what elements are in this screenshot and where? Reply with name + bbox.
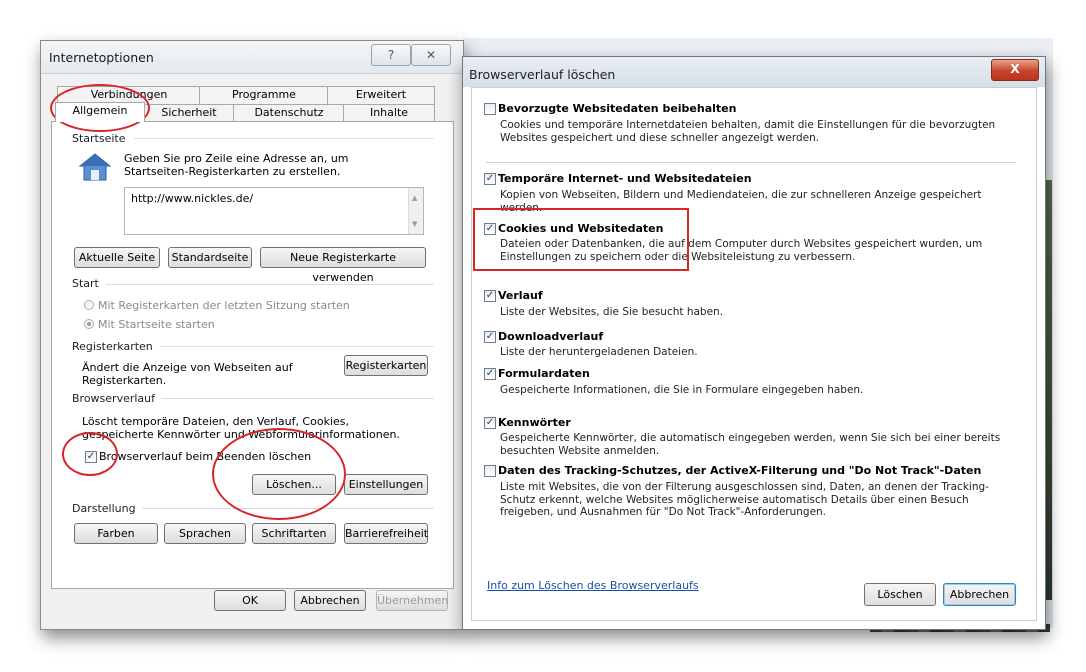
option-checkbox[interactable]: ✓ xyxy=(484,368,496,380)
tab-erweitert[interactable]: Erweitert xyxy=(327,86,435,104)
tab-sicherheit[interactable]: Sicherheit xyxy=(143,104,235,122)
option-title: Downloadverlauf xyxy=(498,330,604,343)
close-button[interactable]: ✕ xyxy=(411,44,451,66)
option-description: Gespeicherte Informationen, die Sie in F… xyxy=(500,384,864,396)
fonts-button[interactable]: Schriftarten xyxy=(252,523,336,544)
option-title: Verlauf xyxy=(498,289,543,302)
group-registerkarten: Registerkarten xyxy=(72,340,159,353)
tab-programme[interactable]: Programme xyxy=(199,86,329,104)
option-checkbox[interactable] xyxy=(484,465,496,477)
divider xyxy=(148,398,434,399)
tabs-settings-button[interactable]: Registerkarten xyxy=(344,355,428,376)
checkmark-icon: ✓ xyxy=(485,331,495,342)
option-description: Cookies und temporäre Internetdateien be… xyxy=(500,119,996,144)
colors-button[interactable]: Farben xyxy=(74,523,158,544)
annotation-circle-delete xyxy=(212,428,346,520)
option-checkbox[interactable]: ✓ xyxy=(484,417,496,429)
homepage-url-field[interactable]: http://www.nickles.de/ ▲ ▼ xyxy=(124,187,424,235)
checkmark-icon: ✓ xyxy=(485,368,495,379)
languages-button[interactable]: Sprachen xyxy=(164,523,246,544)
title-bar: Internetoptionen ? ✕ xyxy=(41,41,463,74)
tabs-description: Ändert die Anzeige von Webseiten auf Reg… xyxy=(82,361,293,387)
title-bar: Browserverlauf löschen X xyxy=(463,57,1045,87)
default-page-button[interactable]: Standardseite xyxy=(168,247,252,268)
option-checkbox[interactable]: ✓ xyxy=(484,290,496,302)
current-page-button[interactable]: Aktuelle Seite xyxy=(74,247,160,268)
home-icon xyxy=(78,153,112,181)
ok-button[interactable]: OK xyxy=(214,590,286,611)
tab-datenschutz[interactable]: Datenschutz xyxy=(233,104,345,122)
checkmark-icon: ✓ xyxy=(485,290,495,301)
group-start: Start xyxy=(72,277,105,290)
group-darstellung: Darstellung xyxy=(72,502,142,515)
scrollbar[interactable]: ▲ ▼ xyxy=(408,188,423,234)
scroll-up-icon: ▲ xyxy=(412,194,418,202)
option-title: Kennwörter xyxy=(498,416,571,429)
option-title: Bevorzugte Websitedaten beibehalten xyxy=(498,102,737,115)
radio-homepage-label: Mit Startseite starten xyxy=(98,318,215,331)
scroll-down-icon: ▼ xyxy=(412,220,418,228)
dialog-title: Browserverlauf löschen xyxy=(469,67,616,82)
checkmark-icon: ✓ xyxy=(485,173,495,184)
radio-homepage[interactable] xyxy=(84,319,94,329)
close-icon: ✕ xyxy=(425,48,437,62)
checkmark-icon: ✓ xyxy=(485,417,495,428)
group-startseite: Startseite xyxy=(72,132,132,145)
option-checkbox[interactable] xyxy=(484,103,496,115)
help-button[interactable]: ? xyxy=(371,44,411,66)
option-title: Daten des Tracking-Schutzes, der ActiveX… xyxy=(498,464,982,477)
close-button[interactable]: X xyxy=(991,59,1039,81)
option-description: Liste der heruntergeladenen Dateien. xyxy=(500,346,698,358)
delete-button[interactable]: Löschen xyxy=(864,583,936,606)
divider xyxy=(148,346,434,347)
divider xyxy=(486,162,1016,163)
annotation-circle-checkbox xyxy=(62,432,118,476)
option-title: Formulardaten xyxy=(498,367,590,380)
cancel-button[interactable]: Abbrechen xyxy=(294,590,366,611)
option-checkbox[interactable]: ✓ xyxy=(484,173,496,185)
apply-button[interactable]: Übernehmen xyxy=(376,590,448,611)
option-description: Liste mit Websites, die von der Filterun… xyxy=(500,481,989,518)
cancel-button[interactable]: Abbrechen xyxy=(943,583,1016,606)
startseite-hint: Geben Sie pro Zeile eine Adresse an, um … xyxy=(124,152,349,178)
group-browserverlauf: Browserverlauf xyxy=(72,392,162,405)
accessibility-button[interactable]: Barrierefreiheit xyxy=(344,523,428,544)
tab-allgemein[interactable]: Allgemein xyxy=(55,102,145,122)
divider xyxy=(106,284,434,285)
help-icon: ? xyxy=(387,48,395,62)
annotation-highlight-cookies xyxy=(473,208,689,271)
radio-last-session[interactable] xyxy=(84,300,94,310)
homepage-url-value: http://www.nickles.de/ xyxy=(131,192,254,205)
radio-last-session-label: Mit Registerkarten der letzten Sitzung s… xyxy=(98,299,350,312)
tab-inhalte[interactable]: Inhalte xyxy=(343,104,435,122)
option-title: Temporäre Internet- und Websitedateien xyxy=(498,172,752,185)
info-link[interactable]: Info zum Löschen des Browserverlaufs xyxy=(487,579,699,592)
close-icon: X xyxy=(1010,62,1020,76)
option-description: Gespeicherte Kennwörter, die automatisch… xyxy=(500,432,1001,457)
new-tab-button[interactable]: Neue Registerkarte verwenden xyxy=(260,247,426,284)
dialog-title: Internetoptionen xyxy=(49,50,154,65)
option-description: Liste der Websites, die Sie besucht habe… xyxy=(500,306,724,318)
divider xyxy=(134,138,434,139)
history-settings-button[interactable]: Einstellungen xyxy=(344,474,428,495)
option-checkbox[interactable]: ✓ xyxy=(484,331,496,343)
